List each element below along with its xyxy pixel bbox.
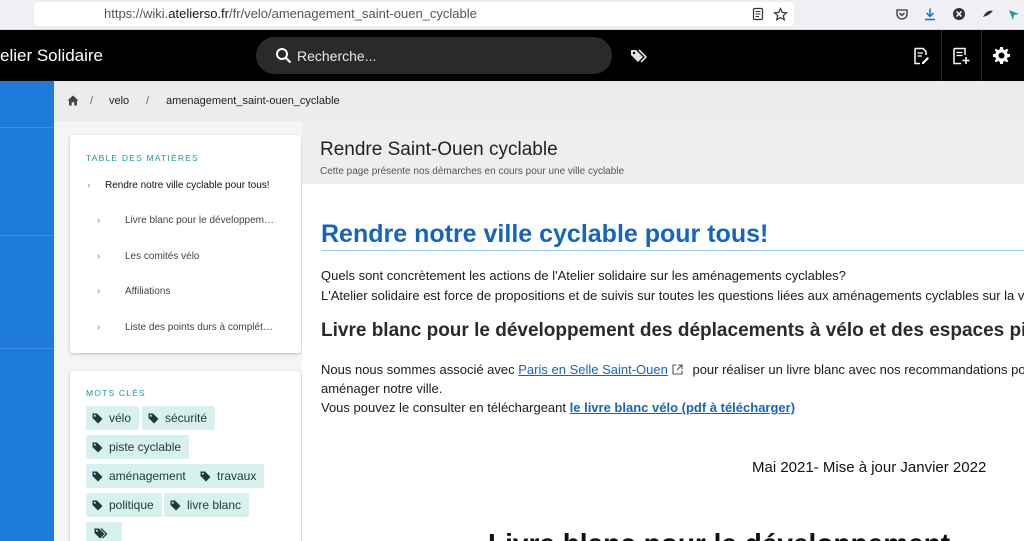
reader-view-icon[interactable]: [750, 6, 766, 22]
page-content: Rendre notre ville cyclable pour tous! Q…: [302, 184, 1024, 541]
paragraph: Vous pouvez le consulter en téléchargean…: [321, 400, 795, 415]
heading-underline: [321, 250, 1024, 251]
subsection-heading: Livre blanc pour le développement des dé…: [321, 320, 1024, 341]
tag-label: piste cyclable: [109, 440, 182, 454]
new-document-icon: [953, 47, 970, 64]
edit-document-icon: [914, 47, 929, 64]
tags-title: MOTS CLÉS: [86, 388, 146, 398]
toc-item-label: Affiliations: [125, 286, 171, 297]
tag-label: aménagement: [109, 469, 186, 483]
tag-icon: [200, 471, 211, 481]
breadcrumb-item-current[interactable]: amenagement_saint-ouen_cyclable: [166, 95, 340, 107]
chevron-right-icon: ›: [97, 251, 101, 262]
tag-chip[interactable]: vélo: [86, 406, 140, 430]
url-domain: atelierso.fr: [168, 6, 229, 21]
pocket-icon[interactable]: [894, 6, 910, 22]
tag-label: livre blanc: [187, 498, 242, 512]
breadcrumb: / velo / amenagement_saint-ouen_cyclable: [54, 81, 1024, 121]
toc-item-label: Les comités vélo: [125, 251, 200, 262]
settings-button[interactable]: [981, 30, 1021, 81]
tag-icon: [148, 413, 159, 423]
tag-icon: [92, 471, 103, 481]
external-link-icon: [672, 364, 683, 375]
page-title: Rendre Saint-Ouen cyclable: [320, 139, 558, 160]
breadcrumb-item-velo[interactable]: velo: [109, 95, 129, 107]
home-icon[interactable]: [67, 95, 79, 106]
rail-divider: [0, 348, 54, 349]
bookmark-star-icon[interactable]: [772, 6, 788, 22]
paragraph: aménager notre ville.: [321, 381, 443, 396]
image-caption: Mai 2021- Mise à jour Janvier 2022: [752, 459, 987, 476]
edit-page-button[interactable]: [901, 30, 941, 81]
paragraph: Quels sont concrètement les actions de l…: [321, 268, 846, 283]
toc-title: TABLE DES MATIÈRES: [86, 153, 199, 163]
tag-icon: [92, 413, 103, 423]
site-brand[interactable]: elier Solidaire: [0, 46, 103, 66]
search-input[interactable]: [297, 46, 587, 66]
livre-blanc-pdf-link[interactable]: le livre blanc vélo (pdf à télécharger): [570, 400, 795, 415]
extension-teal-icon[interactable]: [1006, 6, 1022, 22]
paris-en-selle-link[interactable]: Paris en Selle Saint-Ouen: [518, 362, 668, 377]
toc-item-label: Liste des points durs à complét…: [125, 322, 273, 333]
paragraph: Nous nous sommes associé avec Paris en S…: [321, 362, 1024, 377]
extension-x-icon[interactable]: [951, 6, 967, 22]
toc-item[interactable]: › Liste des points durs à complét…: [70, 319, 301, 339]
url-prefix: https://wiki.: [104, 6, 169, 21]
paragraph-text: Nous nous sommes associé avec: [321, 362, 519, 377]
tag-label: vélo: [109, 411, 132, 425]
tag-icon: [92, 500, 103, 510]
browser-toolbar: https://wiki.atelierso.fr/fr/velo/amenag…: [0, 0, 1024, 30]
toc-item-label: Livre blanc pour le développem…: [125, 215, 274, 226]
new-page-button[interactable]: [941, 30, 981, 81]
toc-item[interactable]: › Rendre notre ville cyclable pour tous!: [70, 177, 301, 197]
tag-label: sécurité: [165, 411, 208, 425]
url-path: /fr/velo/amenagement_saint-ouen_cyclable: [229, 6, 477, 21]
chevron-right-icon: ›: [97, 322, 101, 333]
tag-label: travaux: [217, 469, 257, 483]
tag-icon: [92, 442, 103, 452]
chevron-right-icon: ›: [97, 286, 101, 297]
url-text[interactable]: https://wiki.atelierso.fr/fr/velo/amenag…: [104, 6, 477, 21]
rail-divider: [0, 235, 54, 236]
paragraph-text: pour réaliser un livre blanc avec nos re…: [688, 362, 1024, 377]
app-header: elier Solidaire: [0, 30, 1024, 81]
tags-icon[interactable]: [630, 48, 648, 64]
section-heading: Rendre notre ville cyclable pour tous!: [321, 220, 769, 248]
page-subtitle: Cette page présente nos démarches en cou…: [320, 166, 625, 177]
tag-label: politique: [109, 498, 154, 512]
tag-icon: [170, 500, 181, 510]
chevron-right-icon: ›: [97, 215, 101, 226]
rail-divider: [0, 127, 54, 128]
all-tags-button[interactable]: [86, 522, 122, 541]
paragraph: L'Atelier solidaire est force de proposi…: [321, 288, 1024, 303]
breadcrumb-separator: /: [90, 95, 94, 107]
tag-chip[interactable]: aménagement: [86, 464, 194, 488]
toc-item-label: Rendre notre ville cyclable pour tous!: [105, 180, 270, 191]
nav-rail[interactable]: [0, 81, 54, 541]
tag-chip[interactable]: livre blanc: [164, 493, 250, 517]
toc-item[interactable]: › Les comités vélo: [70, 248, 301, 268]
search-icon: [276, 48, 292, 64]
toc-item[interactable]: › Affiliations: [70, 283, 301, 303]
tag-chip[interactable]: sécurité: [142, 406, 216, 430]
tags-panel: MOTS CLÉS vélo sécurité piste cyclable a…: [70, 371, 301, 541]
tag-chip[interactable]: piste cyclable: [86, 435, 190, 459]
image-title-partial: Livre blanc pour le développement: [488, 528, 950, 541]
tags-icon: [94, 528, 108, 539]
extension-bird-icon[interactable]: [980, 6, 996, 22]
gear-icon: [992, 46, 1010, 65]
tag-chip[interactable]: travaux: [194, 464, 265, 488]
toc-item[interactable]: › Livre blanc pour le développem…: [70, 212, 301, 232]
table-of-contents: TABLE DES MATIÈRES › Rendre notre ville …: [70, 135, 301, 353]
page-header: Rendre Saint-Ouen cyclable Cette page pr…: [302, 121, 1024, 184]
tag-chip[interactable]: politique: [86, 493, 162, 517]
search-box[interactable]: [256, 37, 612, 74]
download-icon[interactable]: [922, 6, 938, 22]
chevron-right-icon: ›: [87, 180, 91, 191]
breadcrumb-separator: /: [146, 95, 150, 107]
paragraph-text: Vous pouvez le consulter en téléchargean…: [321, 400, 570, 415]
